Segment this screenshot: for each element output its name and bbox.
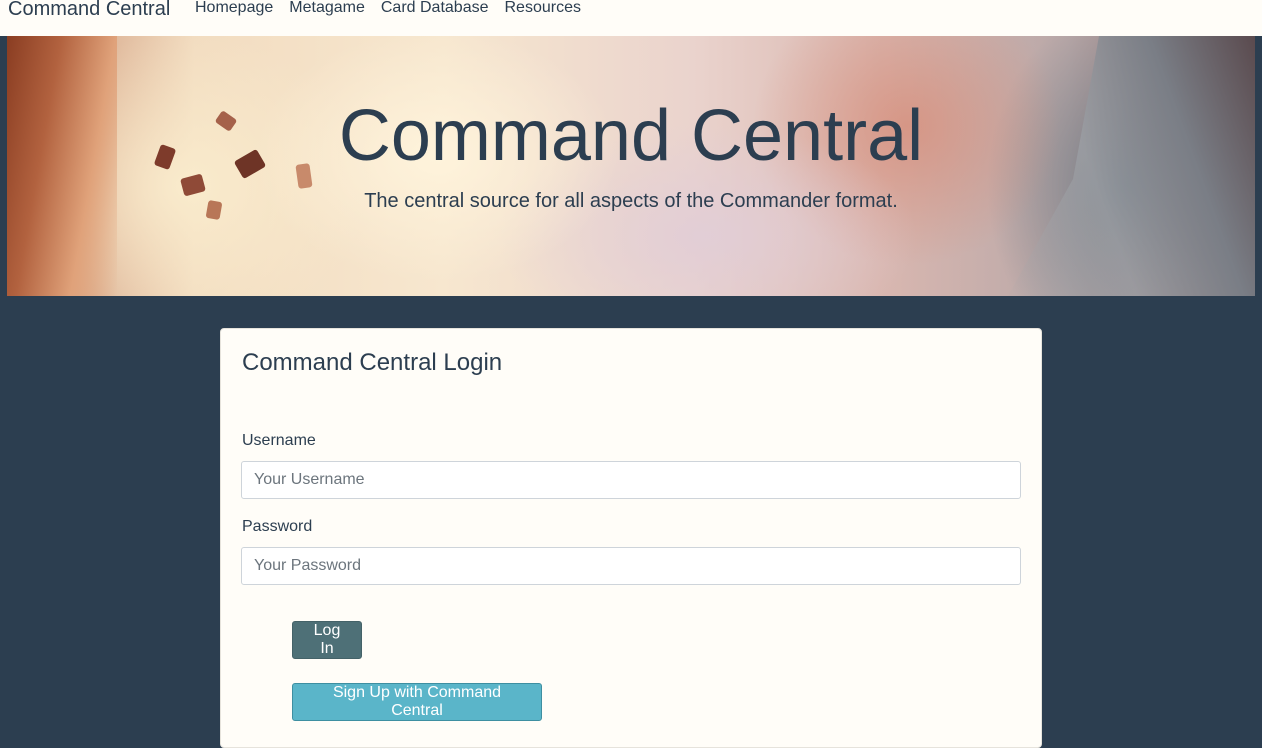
signup-button[interactable]: Sign Up with Command Central bbox=[292, 683, 542, 721]
login-button[interactable]: Log In bbox=[292, 621, 362, 659]
brand-link[interactable]: Command Central bbox=[8, 0, 170, 21]
nav-link-resources[interactable]: Resources bbox=[505, 0, 581, 18]
top-navbar: Command Central Homepage Metagame Card D… bbox=[0, 0, 1262, 36]
hero-subtitle: The central source for all aspects of th… bbox=[364, 190, 898, 212]
hero-title: Command Central bbox=[338, 96, 924, 176]
password-input[interactable] bbox=[241, 547, 1021, 585]
login-title: Command Central Login bbox=[242, 349, 503, 376]
username-label: Username bbox=[242, 432, 316, 449]
hero-banner: Command Central The central source for a… bbox=[7, 36, 1255, 296]
login-card: Command Central Login Username Password … bbox=[220, 328, 1042, 748]
nav-link-card-database[interactable]: Card Database bbox=[381, 0, 489, 18]
password-label: Password bbox=[242, 518, 313, 535]
nav-links: Homepage Metagame Card Database Resource… bbox=[195, 0, 581, 18]
nav-link-homepage[interactable]: Homepage bbox=[195, 0, 273, 18]
username-input[interactable] bbox=[241, 461, 1021, 499]
nav-link-metagame[interactable]: Metagame bbox=[289, 0, 365, 18]
